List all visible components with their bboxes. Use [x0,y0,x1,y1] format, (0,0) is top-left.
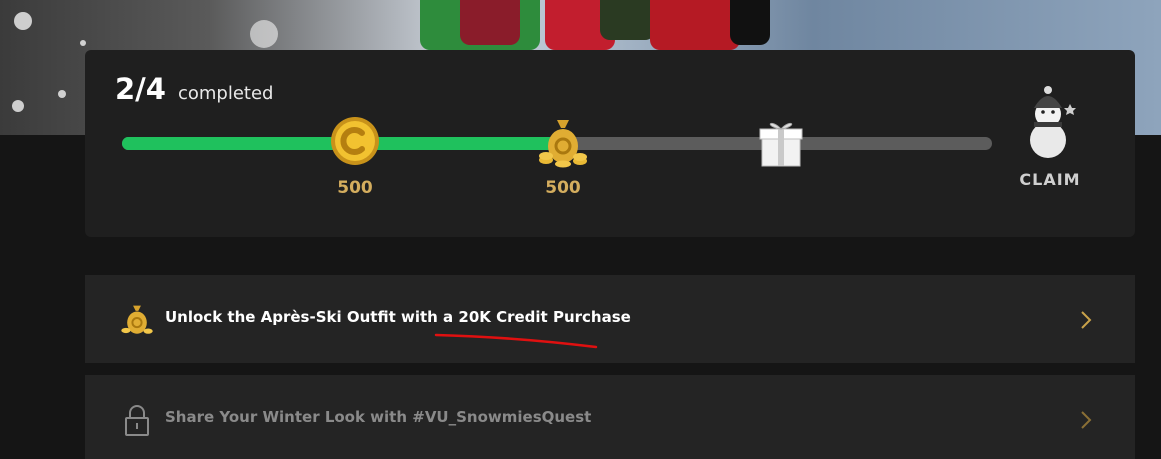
reward-coin-bag-value: 500 [545,178,581,198]
gift-box-icon [759,122,803,167]
reward-coin-value: 500 [337,178,373,198]
quest-label: Unlock the Après-Ski Outfit with a 20K C… [165,308,631,326]
snowman-icon [1030,86,1076,158]
claim-button[interactable]: CLAIM [1010,84,1090,189]
chevron-right-icon [1081,411,1092,429]
reward-gift [757,116,805,172]
quest-row-credit-purchase[interactable]: Unlock the Après-Ski Outfit with a 20K C… [85,275,1135,363]
coin-bag-icon [539,120,587,168]
chevron-right-icon [1081,311,1092,329]
lock-icon [125,405,149,436]
quest-label: Share Your Winter Look with #VU_Snowmies… [165,408,592,426]
completed-counter: 2/4 completed [115,72,273,106]
coin-bag-icon [121,305,153,334]
reward-coin-bag [538,116,588,172]
quest-progress-card: 2/4 completed 500 500 CLAIM [85,50,1135,237]
completed-fraction: 2/4 [115,72,166,106]
quest-row-share-look[interactable]: Share Your Winter Look with #VU_Snowmies… [85,375,1135,459]
coin-icon [331,117,379,165]
completed-label: completed [177,83,274,104]
claim-label: CLAIM [1019,170,1081,189]
reward-coin [330,116,380,170]
